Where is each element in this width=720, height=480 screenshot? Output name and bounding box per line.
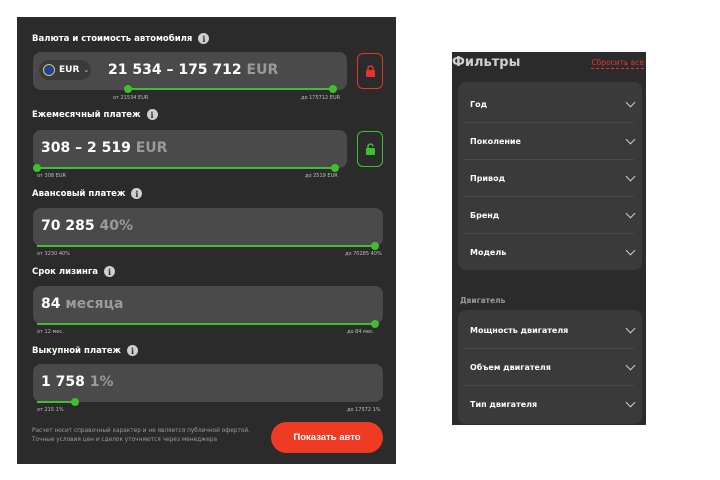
chevron-down-icon <box>625 171 636 181</box>
buyout-label: Выкупной платеж <box>32 345 121 356</box>
chevron-down-icon <box>625 208 636 218</box>
chevron-down-icon <box>625 97 636 107</box>
term-amount: 84 <box>41 296 61 312</box>
filter-engine-volume[interactable]: Объем двигателя <box>464 349 636 386</box>
advance-amount: 70 285 <box>41 218 95 234</box>
monthly-field[interactable]: 308 – 2 519 EUR <box>33 130 347 172</box>
buyout-section-label: Выкупной платеж i <box>32 345 138 356</box>
filter-brand[interactable]: Бренд <box>464 197 636 234</box>
leasing-calculator: Валюта и стоимость автомобиля i EUR ⌄ 21… <box>17 17 396 464</box>
advance-percent: 40% <box>99 218 133 234</box>
monthly-slider-max-handle[interactable] <box>331 164 339 172</box>
filter-generation[interactable]: Поколение <box>464 123 636 160</box>
advance-slider-handle[interactable] <box>371 242 379 250</box>
monthly-value: 308 – 2 519 EUR <box>41 140 167 156</box>
buyout-max-label: до 17572 1% <box>347 407 381 413</box>
advance-slider-track[interactable] <box>37 242 379 250</box>
engine-filters-group: Мощность двигателя Объем двигателя Тип д… <box>458 310 642 424</box>
price-min-label: от 21534 EUR <box>113 95 149 101</box>
advance-label: Авансовый платеж <box>32 188 126 199</box>
chevron-down-icon <box>625 134 636 144</box>
buyout-percent: 1% <box>89 374 114 390</box>
lock-closed-icon <box>365 65 375 77</box>
price-lock-button[interactable] <box>357 53 383 89</box>
price-slider-min-handle[interactable] <box>124 85 132 93</box>
currency-select[interactable]: EUR ⌄ <box>39 60 91 80</box>
price-slider-max-handle[interactable] <box>329 85 337 93</box>
info-icon[interactable]: i <box>126 345 138 356</box>
filter-engine-power-label: Мощность двигателя <box>470 325 569 335</box>
buyout-slider-handle[interactable] <box>71 398 79 406</box>
price-max-label: до 175712 EUR <box>301 95 341 101</box>
buyout-amount: 1 758 <box>41 374 85 390</box>
filter-drive-label: Привод <box>470 173 506 183</box>
monthly-max-label: до 2519 EUR <box>305 173 338 179</box>
lock-open-icon <box>365 143 375 155</box>
term-slider-track[interactable] <box>37 320 379 328</box>
eu-flag-icon <box>43 64 55 76</box>
main-filters-group: Год Поколение Привод Бренд Модель <box>458 82 642 270</box>
currency-value: EUR <box>59 65 80 75</box>
filter-engine-type[interactable]: Тип двигателя <box>464 386 636 422</box>
term-unit: месяца <box>65 296 124 312</box>
term-max-label: до 84 мес. <box>347 329 375 335</box>
monthly-slider-track[interactable] <box>33 164 339 172</box>
info-icon[interactable]: i <box>146 109 158 120</box>
chevron-down-icon: ⌄ <box>83 66 90 74</box>
price-range-text: 21 534 – 175 712 <box>108 62 242 78</box>
buyout-field[interactable]: 1 758 1% <box>33 364 383 406</box>
disclaimer-text: Расчет носит справочный характер и не яв… <box>32 428 251 443</box>
monthly-slider-min-handle[interactable] <box>33 164 41 172</box>
filters-title: Фильтры <box>452 55 521 70</box>
reset-filters-link[interactable]: Сбросить все <box>591 58 644 69</box>
chevron-down-icon <box>625 323 636 333</box>
filter-year[interactable]: Год <box>464 86 636 123</box>
price-field[interactable]: EUR ⌄ 21 534 – 175 712 EUR <box>33 52 347 93</box>
chevron-down-icon <box>625 245 636 255</box>
monthly-min-label: от 308 EUR <box>37 173 66 179</box>
chevron-down-icon <box>625 360 636 370</box>
advance-field[interactable]: 70 285 40% <box>33 208 383 250</box>
price-slider-track[interactable] <box>124 85 337 93</box>
info-icon[interactable]: i <box>104 266 116 277</box>
info-icon[interactable]: i <box>198 33 210 44</box>
advance-section-label: Авансовый платеж i <box>32 188 143 199</box>
term-section-label: Срок лизинга i <box>32 266 116 277</box>
price-section-label: Валюта и стоимость автомобиля i <box>32 33 210 44</box>
advance-min-label: от 3230 40% <box>37 251 70 257</box>
filter-engine-volume-label: Объем двигателя <box>470 362 551 372</box>
price-unit: EUR <box>246 62 279 78</box>
info-icon[interactable]: i <box>131 188 143 199</box>
chevron-down-icon <box>625 397 636 407</box>
filter-brand-label: Бренд <box>470 210 500 220</box>
price-value: 21 534 – 175 712 EUR <box>108 62 278 78</box>
filter-model-label: Модель <box>470 247 507 257</box>
filters-panel: Фильтры Сбросить все Год Поколение Приво… <box>452 52 646 425</box>
monthly-unit: EUR <box>135 140 168 156</box>
show-cars-button[interactable]: Показать авто <box>271 422 383 453</box>
buyout-value: 1 758 1% <box>41 374 114 390</box>
term-min-label: от 12 мес. <box>37 329 64 335</box>
filter-model[interactable]: Модель <box>464 234 636 270</box>
monthly-range-text: 308 – 2 519 <box>41 140 131 156</box>
buyout-min-label: от 215 1% <box>37 407 64 413</box>
monthly-lock-button[interactable] <box>357 131 383 167</box>
term-field[interactable]: 84 месяца <box>33 286 383 328</box>
filter-engine-power[interactable]: Мощность двигателя <box>464 312 636 349</box>
advance-value: 70 285 40% <box>41 218 133 234</box>
term-slider-handle[interactable] <box>371 320 379 328</box>
advance-max-label: до 70285 40% <box>345 251 382 257</box>
monthly-section-label: Ежемесячный платеж i <box>32 109 158 120</box>
term-label: Срок лизинга <box>32 266 99 277</box>
filter-generation-label: Поколение <box>470 136 521 146</box>
term-value: 84 месяца <box>41 296 123 312</box>
filter-engine-type-label: Тип двигателя <box>470 399 538 409</box>
price-label: Валюта и стоимость автомобиля <box>32 33 193 44</box>
filter-drive[interactable]: Привод <box>464 160 636 197</box>
monthly-label: Ежемесячный платеж <box>32 109 141 120</box>
filter-year-label: Год <box>470 99 488 109</box>
engine-group-title: Двигатель <box>460 296 506 305</box>
buyout-slider-track[interactable] <box>37 398 79 406</box>
